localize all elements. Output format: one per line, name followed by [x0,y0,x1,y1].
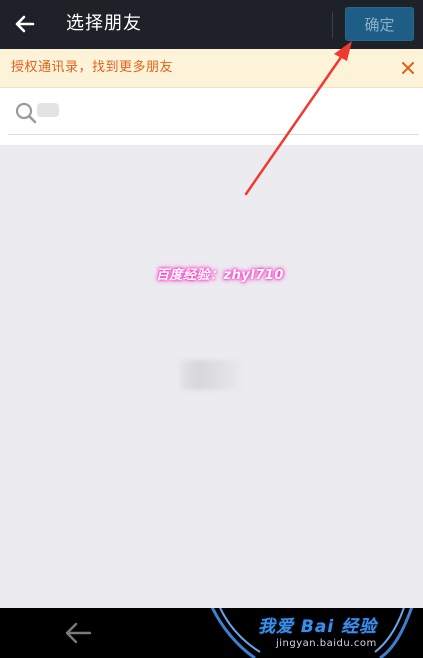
top-bar: 选择朋友 确定 [0,0,423,49]
back-button[interactable] [8,8,40,40]
search-underline [8,134,418,135]
site-brand-text: 我爱 Bai 经验 [258,617,378,637]
arrow-left-icon [15,15,35,33]
arrow-left-icon[interactable] [60,618,96,648]
search-bar [0,88,423,145]
contacts-auth-banner[interactable]: 授权通讯录，找到更多朋友 [0,49,423,88]
site-url-text: jingyan.baidu.com [276,638,377,649]
page-title: 选择朋友 [66,13,142,34]
search-icon [15,102,37,124]
close-icon [402,62,414,74]
blurred-content [180,360,240,390]
search-input[interactable] [62,98,386,128]
confirm-button[interactable]: 确定 [345,7,414,41]
watermark-text: 百度经验：zhyl710 [156,268,284,283]
header-divider [332,12,333,38]
search-cursor-blob [37,103,59,117]
banner-text: 授权通讯录，找到更多朋友 [11,60,174,75]
banner-close-button[interactable] [398,58,418,78]
